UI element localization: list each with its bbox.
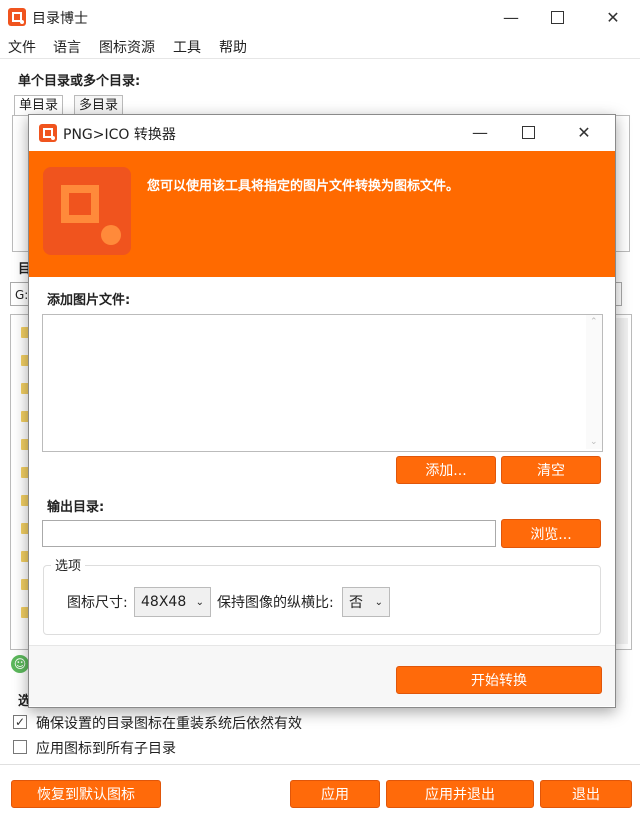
browse-button[interactable]: 浏览... [501,519,601,548]
keep-ratio-label: 保持图像的纵横比: [217,595,334,611]
apply-button[interactable]: 应用 [290,780,380,808]
menu-tools[interactable]: 工具 [173,37,201,57]
smiley-icon: ☺ [11,655,29,673]
app-logo-icon [8,8,26,26]
options-legend: 选项 [51,555,86,574]
dialog-titlebar: PNG>ICO 转换器 — ✕ [29,115,615,149]
output-dir-input[interactable] [42,520,496,547]
main-window-title: 目录博士 [32,11,88,27]
checkbox-persist-icon[interactable]: ✓ [13,715,27,729]
menu-language[interactable]: 语言 [53,37,81,57]
icon-size-select[interactable]: 48X48 ⌄ [134,587,211,617]
menu-help[interactable]: 帮助 [219,37,247,57]
checkbox-subdirs[interactable] [13,740,27,754]
chevron-down-icon: ⌄ [195,596,204,608]
menu-file[interactable]: 文件 [8,37,36,57]
checkbox-subdirs-label: 应用图标到所有子目录 [36,741,176,757]
apply-exit-button[interactable]: 应用并退出 [386,780,534,808]
banner-description: 您可以使用该工具将指定的图片文件转换为图标文件。 [147,179,460,194]
dialog-close-icon[interactable]: ✕ [561,119,607,145]
dialog-minimize-icon[interactable]: — [457,119,503,145]
exit-button[interactable]: 退出 [540,780,632,808]
output-dir-label: 输出目录: [47,500,105,515]
dir-section-label: 单个目录或多个目录: [18,74,141,89]
dialog-maximize-icon[interactable] [505,119,551,145]
scroll-down-icon[interactable]: ⌄ [590,437,598,447]
footer-divider [0,764,640,765]
add-button[interactable]: 添加... [396,456,496,484]
maximize-icon[interactable] [534,4,580,30]
dialog-banner: 您可以使用该工具将指定的图片文件转换为图标文件。 [29,151,615,277]
keep-ratio-value: 否 [349,595,363,611]
menu-bar: 文件 语言 图标资源 工具 帮助 [0,34,640,59]
dialog-title: PNG>ICO 转换器 [63,127,176,143]
main-titlebar: 目录博士 — ✕ [0,0,640,34]
chevron-down-icon: ⌄ [374,596,383,608]
banner-logo-icon [43,167,131,255]
image-file-list[interactable]: ⌃ ⌄ [42,314,603,452]
icon-size-label: 图标尺寸: [67,595,128,611]
dialog-footer: 开始转换 [29,646,615,706]
start-convert-button[interactable]: 开始转换 [396,666,602,694]
image-list-scrollbar[interactable]: ⌃ ⌄ [586,315,602,449]
add-files-label: 添加图片文件: [47,293,131,308]
menu-icon-resources[interactable]: 图标资源 [99,37,155,57]
close-icon[interactable]: ✕ [590,4,636,30]
checkbox-persist-label: 确保设置的目录图标在重装系统后依然有效 [36,716,302,732]
minimize-icon[interactable]: — [488,4,534,30]
scroll-up-icon[interactable]: ⌃ [590,317,598,327]
dialog-logo-icon [39,124,57,142]
keep-ratio-select[interactable]: 否 ⌄ [342,587,390,617]
png-ico-converter-dialog: PNG>ICO 转换器 — ✕ 您可以使用该工具将指定的图片文件转换为图标文件。… [28,114,616,708]
icon-size-value: 48X48 [141,594,187,610]
restore-default-button[interactable]: 恢复到默认图标 [11,780,161,808]
clear-button[interactable]: 清空 [501,456,601,484]
